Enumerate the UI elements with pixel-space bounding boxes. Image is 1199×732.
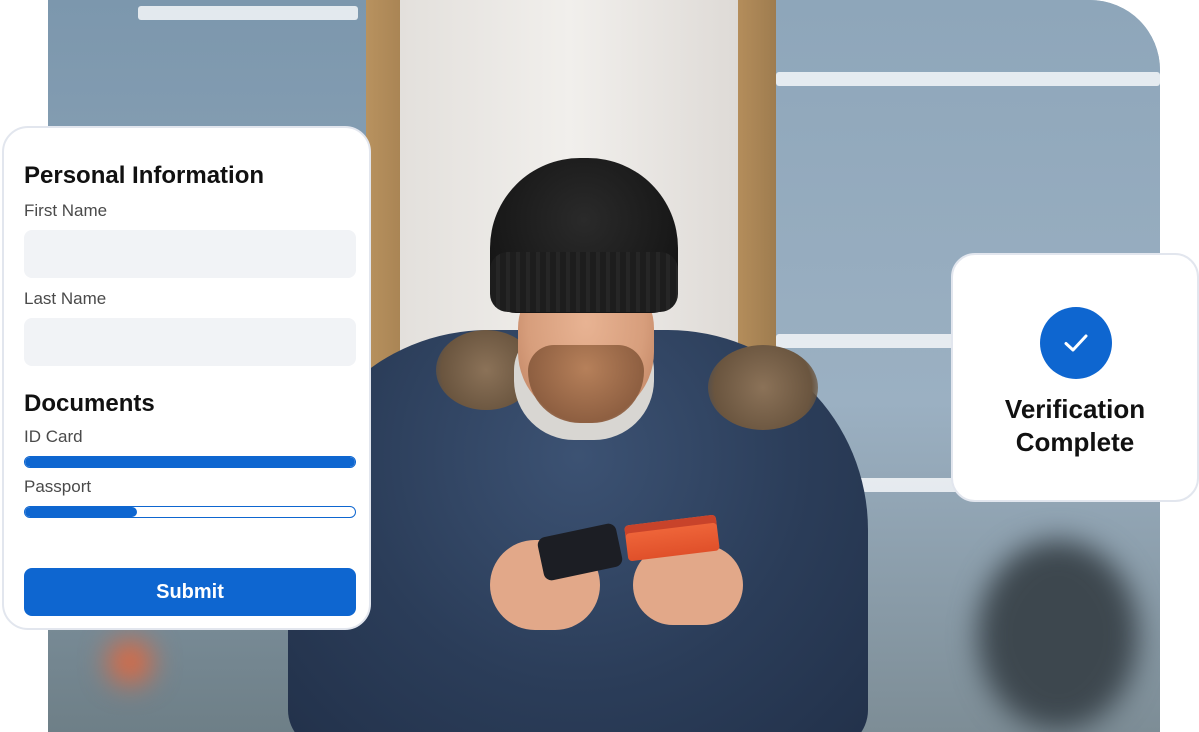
personal-info-form-card: Personal Information First Name Last Nam… — [2, 126, 371, 630]
check-badge — [1040, 307, 1112, 379]
checkmark-icon — [1064, 334, 1088, 352]
ceiling-light — [138, 6, 358, 20]
id-card-progress-bar — [24, 456, 356, 468]
passport-label: Passport — [24, 477, 92, 496]
submit-button[interactable]: Submit — [24, 568, 356, 616]
id-card-progress-fill — [25, 457, 355, 467]
first-name-label: First Name — [24, 201, 108, 220]
documents-section-title: Documents — [24, 390, 155, 417]
bokeh-light — [108, 640, 152, 684]
ceiling-light — [776, 72, 1160, 86]
jacket-fur-trim — [708, 345, 818, 430]
hero-stage: Personal Information First Name Last Nam… — [0, 0, 1199, 732]
passport-progress-bar — [24, 506, 356, 518]
last-name-input[interactable] — [24, 318, 356, 366]
beanie-band — [490, 252, 678, 312]
verification-complete-card: Verification Complete — [951, 253, 1199, 502]
ceiling-light — [776, 334, 956, 348]
bokeh-building — [978, 540, 1138, 730]
form-title: Personal Information — [24, 162, 265, 189]
verification-status-text: Verification Complete — [1004, 394, 1146, 457]
first-name-input[interactable] — [24, 230, 356, 278]
id-card-label: ID Card — [24, 427, 83, 446]
last-name-label: Last Name — [24, 289, 107, 308]
passport-progress-fill — [25, 507, 138, 517]
